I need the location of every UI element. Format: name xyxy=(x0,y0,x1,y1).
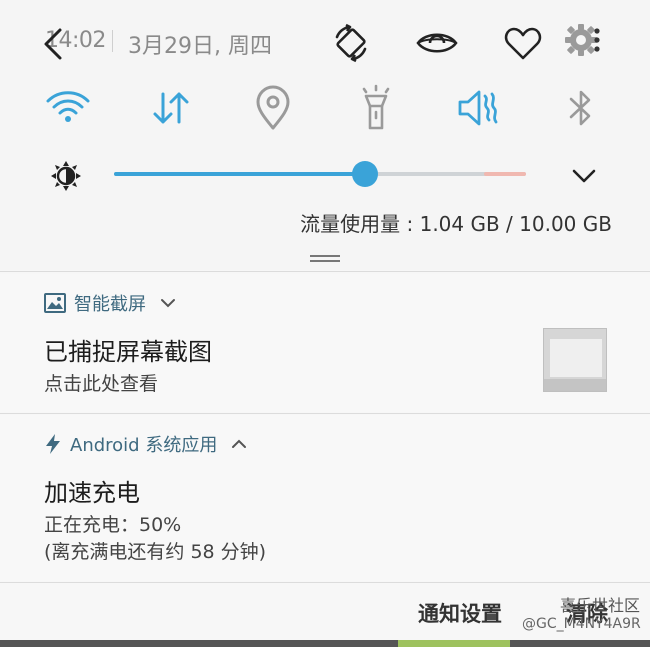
settings-gear-icon[interactable] xyxy=(561,20,605,64)
flashlight-icon xyxy=(362,84,390,130)
thumbnail-content xyxy=(550,339,602,377)
notification-settings-button[interactable]: 通知设置 xyxy=(418,598,502,628)
quick-settings-panel: 14:02 3月29日, 周四 流量使用量: 1.04 GB / 10.00 … xyxy=(0,0,650,270)
chevron-down-icon[interactable] xyxy=(160,297,176,309)
back-arrow-icon[interactable] xyxy=(40,27,70,61)
notification-title: 加速充电 xyxy=(44,479,140,507)
bluetooth-toggle[interactable] xyxy=(557,84,605,132)
panel-drag-handle[interactable] xyxy=(310,253,340,263)
brightness-slider-thumb[interactable] xyxy=(352,161,378,187)
mute-toggle[interactable] xyxy=(455,84,503,132)
status-separator xyxy=(112,30,113,52)
flashlight-toggle[interactable] xyxy=(352,84,400,132)
wifi-toggle[interactable] xyxy=(44,84,92,132)
watermark-line1: 喜乐世社区 xyxy=(560,596,641,615)
notification-text-line1: 正在充电：50% xyxy=(44,514,182,536)
lightning-icon xyxy=(46,434,60,454)
location-icon xyxy=(256,85,290,130)
notification-charging[interactable]: Android 系统应用 加速充电 正在充电：50% (离充满电还有约 58 分… xyxy=(0,415,650,581)
location-toggle[interactable] xyxy=(249,84,297,132)
eye-comfort-icon[interactable] xyxy=(415,21,459,65)
bluetooth-icon xyxy=(569,90,591,126)
app-name: 智能截屏 xyxy=(74,294,146,315)
notification-screenshot[interactable]: 智能截屏 已捕捉屏幕截图 点击此处查看 xyxy=(0,274,650,412)
brightness-slider-fill xyxy=(114,172,365,176)
notification-text-line2: (离充满电还有约 58 分钟) xyxy=(44,541,267,563)
watermark-line2: @GC_M4NY4A9R xyxy=(522,616,641,632)
divider xyxy=(0,582,650,583)
background-strip-accent xyxy=(398,640,510,647)
chevron-down-icon[interactable] xyxy=(570,163,598,187)
mute-icon xyxy=(458,90,498,126)
wifi-icon xyxy=(46,91,90,122)
thumbnail-navbar xyxy=(544,379,606,391)
image-icon xyxy=(44,293,66,313)
divider xyxy=(0,413,650,414)
auto-rotate-icon[interactable] xyxy=(329,21,373,65)
notification-title: 已捕捉屏幕截图 xyxy=(44,338,212,366)
app-name: Android 系统应用 xyxy=(70,435,218,456)
mobile-data-icon xyxy=(153,92,189,124)
background-strip xyxy=(0,640,650,647)
chevron-up-icon[interactable] xyxy=(231,438,247,450)
divider xyxy=(0,271,650,272)
brightness-high-zone xyxy=(484,172,526,176)
notification-text: 点击此处查看 xyxy=(44,373,159,395)
data-usage-text: 流量使用量 : 1.04 GB / 10.00 GB xyxy=(300,212,612,236)
status-date: 3月29日, 周四 xyxy=(128,34,272,59)
mobile-data-toggle[interactable] xyxy=(147,84,195,132)
brightness-icon xyxy=(48,158,84,194)
screenshot-thumbnail[interactable] xyxy=(543,328,607,392)
favorite-heart-icon[interactable] xyxy=(501,21,545,65)
notification-header: 智能截屏 xyxy=(44,290,176,316)
notification-header: Android 系统应用 xyxy=(44,431,247,457)
